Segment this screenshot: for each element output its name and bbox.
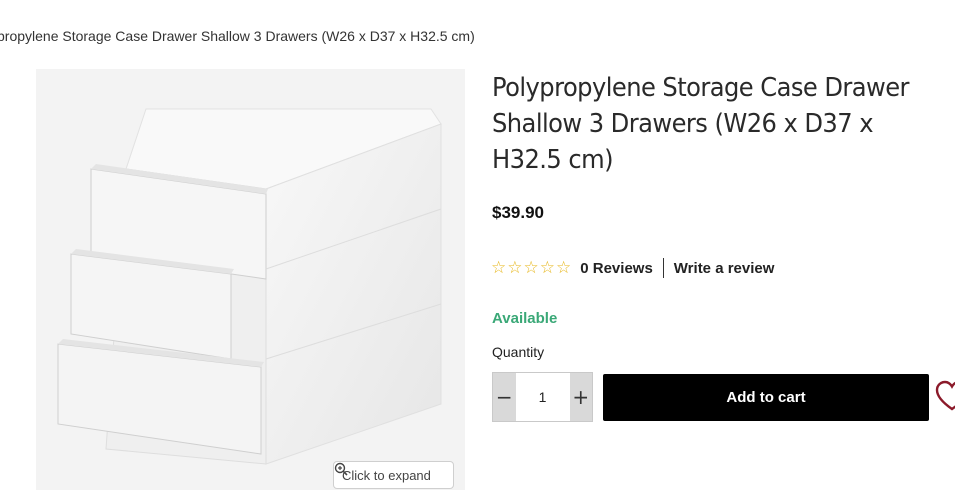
star-outline-icon[interactable]: ☆ [556,258,571,278]
product-image [36,69,465,490]
rating-row: ☆ ☆ ☆ ☆ ☆ 0 Reviews Write a review [491,257,774,279]
wishlist-button[interactable] [935,380,955,414]
product-price: $39.90 [492,203,544,222]
availability-status: Available [492,310,558,327]
star-outline-icon[interactable]: ☆ [540,258,555,278]
click-to-expand-button[interactable]: Click to expand [333,461,454,489]
quantity-increment-button[interactable]: + [569,373,592,421]
zoom-icon [334,462,348,476]
quantity-label: Quantity [492,344,545,360]
add-to-cart-button[interactable]: Add to cart [603,374,929,421]
star-outline-icon[interactable]: ☆ [491,258,506,278]
quantity-stepper: − + [492,372,593,422]
breadcrumb-current: propylene Storage Case Drawer Shallow 3 … [0,28,475,44]
click-to-expand-label: Click to expand [342,467,431,483]
star-outline-icon[interactable]: ☆ [524,258,539,278]
breadcrumb: propylene Storage Case Drawer Shallow 3 … [0,28,475,44]
product-title: Polypropylene Storage Case Drawer Shallo… [492,73,910,175]
quantity-decrement-button[interactable]: − [493,373,516,421]
rating-divider [662,258,664,278]
quantity-input[interactable] [515,373,570,421]
rating-stars[interactable]: ☆ ☆ ☆ ☆ ☆ [491,258,571,278]
heart-icon [935,380,955,411]
reviews-count[interactable]: 0 Reviews [580,260,653,277]
product-image-gallery[interactable]: Click to expand [36,69,465,490]
star-outline-icon[interactable]: ☆ [507,258,522,278]
write-review-link[interactable]: Write a review [674,260,775,277]
